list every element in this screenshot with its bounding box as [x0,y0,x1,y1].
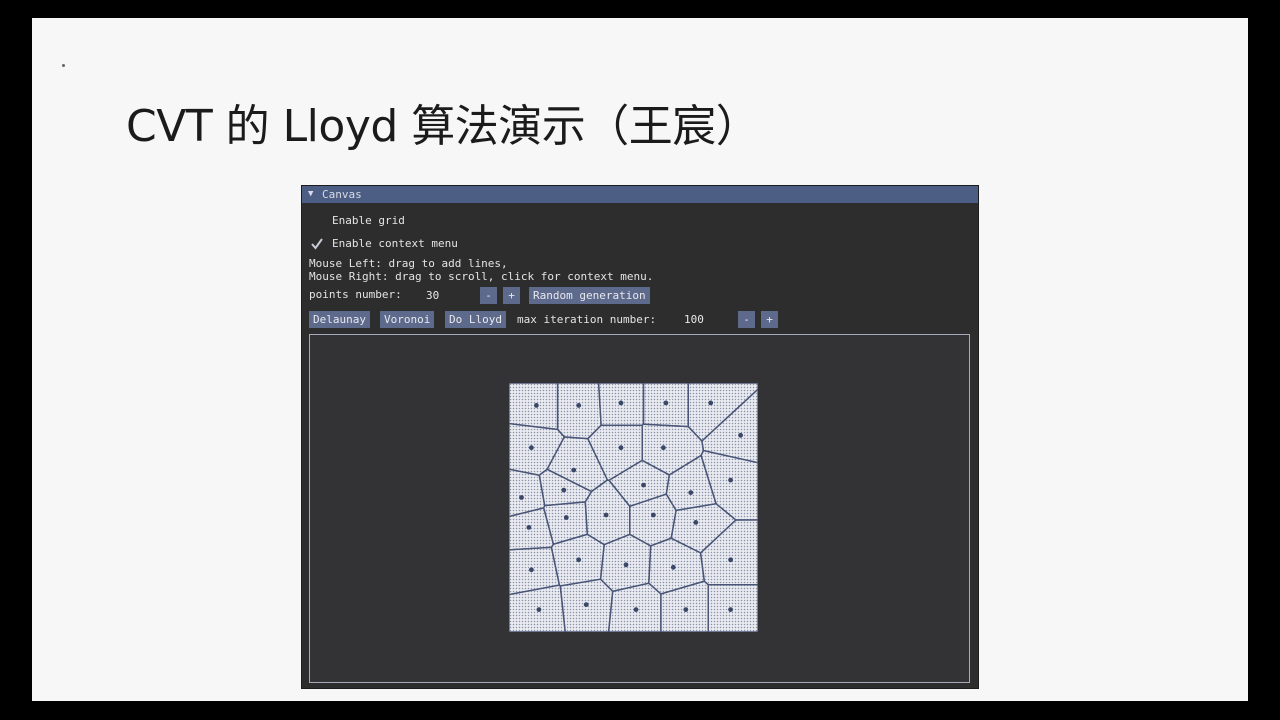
voronoi-cell [509,507,555,551]
voronoi-cell [665,454,718,512]
voronoi-site [651,512,656,518]
voronoi-cell [687,383,758,442]
points-decrement-button[interactable]: - [480,287,497,304]
enable-context-menu-label: Enable context menu [332,237,458,250]
voronoi-site [670,564,676,570]
voronoi-cell [586,424,643,482]
help-text-right: Mouse Right: drag to scroll, click for c… [309,270,654,283]
do-lloyd-button[interactable]: Do Lloyd [445,311,506,328]
canvas-window: ▼ Canvas Enable grid Enable context menu… [302,186,978,688]
voronoi-site [633,607,639,612]
voronoi-cell [509,383,559,431]
enable-grid-label: Enable grid [332,214,405,227]
window-titlebar[interactable]: ▼ Canvas [302,186,978,203]
enable-grid-checkbox[interactable] [310,214,324,228]
voronoi-site [693,520,699,525]
checkmark-icon [311,238,323,250]
points-number-input[interactable]: 30 [426,289,439,302]
points-number-label: points number: [309,288,402,301]
voronoi-cell [700,449,758,521]
max-iteration-label: max iteration number: [517,313,657,326]
voronoi-site [529,445,534,451]
voronoi-svg [509,383,758,632]
voronoi-cell [660,580,709,632]
slide-marker [62,64,65,67]
voronoi-site [728,477,733,483]
voronoi-cell [509,422,566,476]
voronoi-site [728,607,733,612]
voronoi-site [661,445,666,451]
voronoi-cell [707,583,758,632]
voronoi-site [529,567,534,573]
voronoi-site [688,490,694,495]
max-iteration-input[interactable]: 100 [684,313,704,326]
voronoi-site [603,512,609,518]
voronoi-cell [542,501,589,546]
help-text-left: Mouse Left: drag to add lines, [309,257,508,270]
voronoi-cell [584,479,631,546]
voronoi-site [576,403,582,408]
points-increment-button[interactable]: + [503,287,520,304]
iteration-increment-button[interactable]: + [761,311,778,328]
voronoi-cell [699,519,758,586]
voronoi-site [663,400,669,406]
voronoi-site [561,487,567,493]
voronoi-site [738,432,743,438]
voronoi-cell [648,537,706,595]
voronoi-site [576,557,582,563]
voronoi-cell [546,436,609,493]
voronoi-site [526,525,532,530]
voronoi-site [708,400,714,406]
voronoi-site [583,602,589,607]
voronoi-site [536,607,542,612]
drawing-canvas[interactable] [309,334,970,683]
window-title: Canvas [322,188,362,201]
voronoi-site [563,515,569,520]
voronoi-site [571,467,577,473]
triangle-down-icon[interactable]: ▼ [308,186,313,203]
voronoi-site [618,400,624,406]
voronoi-button[interactable]: Voronoi [380,311,435,328]
iteration-decrement-button[interactable]: - [738,311,755,328]
voronoi-cell [641,423,705,476]
random-generation-button[interactable]: Random generation [529,287,650,304]
delaunay-button[interactable]: Delaunay [309,311,370,328]
slide: CVT 的 Lloyd 算法演示（王宸） ▼ Canvas Enable gri… [32,18,1248,701]
voronoi-site [728,557,733,563]
voronoi-cell [538,468,593,507]
voronoi-site [683,607,689,612]
voronoi-site [519,495,524,500]
voronoi-site [623,562,629,568]
voronoi-cell [607,459,671,508]
voronoi-cell [509,546,561,596]
voronoi-site [641,482,646,488]
voronoi-diagram [509,383,758,632]
voronoi-cell [556,383,602,440]
enable-context-menu-checkbox[interactable] [310,237,324,251]
slide-title: CVT 的 Lloyd 算法演示（王宸） [126,101,760,152]
voronoi-site [618,445,624,451]
voronoi-site [534,403,539,408]
